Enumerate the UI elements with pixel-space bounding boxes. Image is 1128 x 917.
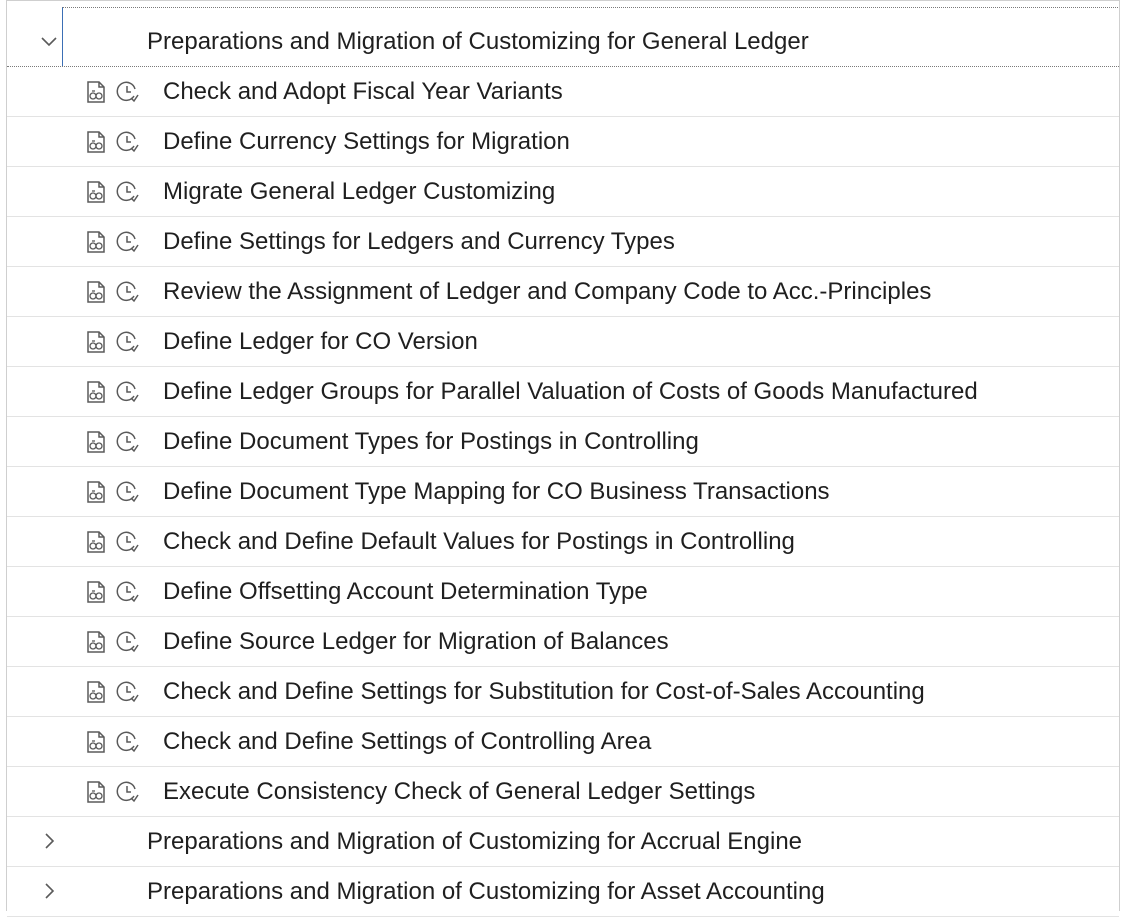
chevron-right-icon[interactable] [37,879,61,903]
tree-node-asset-accounting[interactable]: Preparations and Migration of Customizin… [7,867,1119,917]
tree-leaf-label: Migrate General Ledger Customizing [163,178,556,205]
chevron-right-icon[interactable] [37,829,61,853]
tree-leaf-item[interactable]: Migrate General Ledger Customizing [7,167,1119,217]
documentation-icon[interactable] [82,79,108,105]
tree-leaf-label: Review the Assignment of Ledger and Comp… [163,278,932,305]
chevron-down-icon[interactable] [37,29,61,53]
execute-status-icon[interactable] [114,679,140,705]
tree-leaf-item[interactable]: Check and Define Settings for Substituti… [7,667,1119,717]
tree-leaf-label: Define Document Type Mapping for CO Busi… [163,478,830,505]
tree-leaf-item[interactable]: Define Source Ledger for Migration of Ba… [7,617,1119,667]
documentation-icon[interactable] [82,229,108,255]
tree-leaf-label: Define Ledger for CO Version [163,328,478,355]
documentation-icon[interactable] [82,179,108,205]
execute-status-icon[interactable] [114,429,140,455]
documentation-icon[interactable] [82,679,108,705]
execute-status-icon[interactable] [114,79,140,105]
tree-leaf-label: Define Offsetting Account Determination … [163,578,648,605]
tree-node-label: Preparations and Migration of Customizin… [147,828,803,855]
customizing-tree: Preparations and Migration of Customizin… [7,7,1119,917]
tree-leaf-label: Define Document Types for Postings in Co… [163,428,699,455]
tree-leaf-label: Define Ledger Groups for Parallel Valuat… [163,378,978,405]
tree-node-label: Preparations and Migration of Customizin… [147,878,825,905]
documentation-icon[interactable] [82,279,108,305]
documentation-icon[interactable] [82,479,108,505]
execute-status-icon[interactable] [114,629,140,655]
tree-node-label: Preparations and Migration of Customizin… [147,28,809,55]
execute-status-icon[interactable] [114,329,140,355]
tree-leaf-item[interactable]: Review the Assignment of Ledger and Comp… [7,267,1119,317]
execute-status-icon[interactable] [114,229,140,255]
tree-leaf-item[interactable]: Execute Consistency Check of General Led… [7,767,1119,817]
documentation-icon[interactable] [82,129,108,155]
documentation-icon[interactable] [82,379,108,405]
execute-status-icon[interactable] [114,129,140,155]
tree-leaf-item[interactable]: Define Offsetting Account Determination … [7,567,1119,617]
tree-node-general-ledger[interactable]: Preparations and Migration of Customizin… [7,7,1119,67]
tree-leaf-label: Check and Define Settings for Substituti… [163,678,925,705]
tree-leaf-item[interactable]: Define Ledger for CO Version [7,317,1119,367]
tree-leaf-item[interactable]: Check and Adopt Fiscal Year Variants [7,67,1119,117]
documentation-icon[interactable] [82,779,108,805]
execute-status-icon[interactable] [114,779,140,805]
tree-leaf-label: Define Currency Settings for Migration [163,128,570,155]
tree-leaf-item[interactable]: Check and Define Default Values for Post… [7,517,1119,567]
execute-status-icon[interactable] [114,379,140,405]
tree-leaf-label: Check and Define Settings of Controlling… [163,728,652,755]
tree-leaf-label: Check and Define Default Values for Post… [163,528,795,555]
tree-leaf-label: Define Source Ledger for Migration of Ba… [163,628,669,655]
execute-status-icon[interactable] [114,529,140,555]
documentation-icon[interactable] [82,329,108,355]
tree-leaf-item[interactable]: Check and Define Settings of Controlling… [7,717,1119,767]
execute-status-icon[interactable] [114,179,140,205]
documentation-icon[interactable] [82,579,108,605]
tree-leaf-item[interactable]: Define Settings for Ledgers and Currency… [7,217,1119,267]
tree-leaf-item[interactable]: Define Ledger Groups for Parallel Valuat… [7,367,1119,417]
tree-leaf-item[interactable]: Define Currency Settings for Migration [7,117,1119,167]
documentation-icon[interactable] [82,429,108,455]
documentation-icon[interactable] [82,729,108,755]
execute-status-icon[interactable] [114,479,140,505]
execute-status-icon[interactable] [114,279,140,305]
tree-leaf-item[interactable]: Define Document Type Mapping for CO Busi… [7,467,1119,517]
tree-leaf-item[interactable]: Define Document Types for Postings in Co… [7,417,1119,467]
execute-status-icon[interactable] [114,729,140,755]
documentation-icon[interactable] [82,629,108,655]
tree-leaf-label: Check and Adopt Fiscal Year Variants [163,78,563,105]
tree-node-accrual-engine[interactable]: Preparations and Migration of Customizin… [7,817,1119,867]
tree-leaf-label: Execute Consistency Check of General Led… [163,778,756,805]
execute-status-icon[interactable] [114,579,140,605]
documentation-icon[interactable] [82,529,108,555]
tree-leaf-label: Define Settings for Ledgers and Currency… [163,228,675,255]
